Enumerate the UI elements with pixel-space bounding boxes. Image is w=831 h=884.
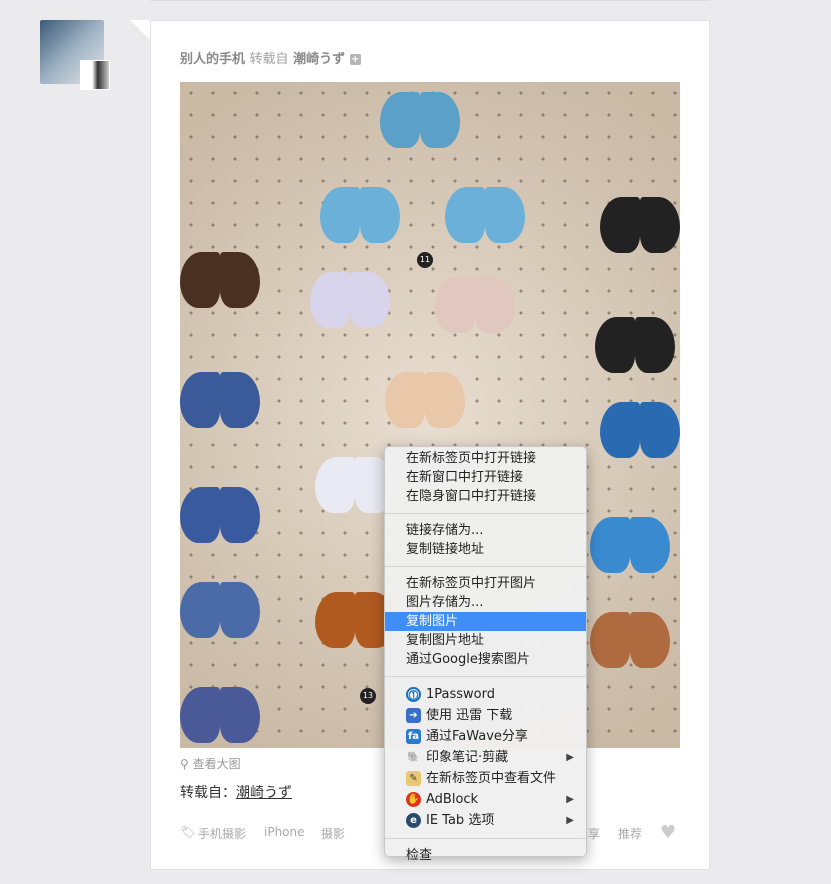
menu-item-label: 复制图片地址 (406, 633, 485, 648)
submenu-arrow-icon: ▶ (566, 752, 574, 763)
author-link[interactable]: 别人的手机 (180, 52, 245, 67)
butterfly (315, 592, 395, 652)
post-header: 别人的手机 转载自 潮崎うず + (180, 48, 361, 67)
menu-separator (385, 513, 586, 514)
menu-item[interactable]: 🐘 印象笔记·剪藏 ▶ (385, 747, 586, 768)
previous-post-card (150, 0, 710, 1)
file-viewer-icon: ✎ (406, 771, 421, 786)
submenu-arrow-icon: ▶ (566, 815, 574, 826)
source-author-link[interactable]: 潮崎うず (293, 52, 345, 67)
menu-item-label: 在新标签页中打开链接 (406, 451, 537, 466)
menu-item-label: 检查 (406, 848, 433, 863)
card-pointer (130, 20, 150, 40)
view-large-label: 查看大图 (192, 757, 241, 771)
menu-item[interactable]: 通过Google搜索图片 (385, 650, 586, 669)
menu-item[interactable]: 链接存储为... (385, 521, 586, 540)
source-link[interactable]: 潮崎うず (236, 785, 292, 801)
butterfly (385, 372, 465, 432)
recommend-button[interactable]: 推荐 (618, 825, 642, 842)
menu-separator (385, 566, 586, 567)
submenu-arrow-icon: ▶ (566, 794, 574, 805)
source-avatar[interactable] (80, 60, 110, 90)
follow-plus-icon[interactable]: + (349, 54, 361, 65)
tag[interactable]: iPhone (264, 825, 305, 839)
butterfly (590, 517, 670, 577)
butterfly (180, 687, 260, 747)
menu-item-label: 印象笔记·剪藏 (426, 750, 509, 765)
source-line: 转载自：潮崎うず (180, 782, 292, 802)
menu-separator (385, 838, 586, 839)
butterfly (310, 272, 390, 332)
menu-item[interactable]: ⓵ 1Password (385, 684, 586, 705)
butterfly (180, 487, 260, 547)
menu-item-label: 复制图片 (406, 614, 459, 629)
menu-item-label: 在新标签页中打开图片 (406, 576, 537, 591)
thunder-download-icon: ➔ (406, 708, 421, 723)
butterfly (595, 317, 675, 377)
menu-item-label: 链接存储为... (406, 523, 484, 538)
view-large-link[interactable]: ⚲ 查看大图 (180, 755, 241, 772)
menu-item[interactable]: 图片存储为... (385, 593, 586, 612)
menu-item-label: 通过Google搜索图片 (406, 652, 530, 667)
butterfly (180, 252, 260, 312)
butterfly (600, 197, 680, 257)
magnifier-icon: ⚲ (180, 757, 189, 771)
menu-item-label: 图片存储为... (406, 595, 484, 610)
menu-item[interactable]: e IE Tab 选项 ▶ (385, 810, 586, 831)
ie-tab-icon: e (406, 813, 421, 828)
butterfly (320, 187, 400, 247)
menu-item[interactable]: 在新标签页中打开图片 (385, 574, 586, 593)
menu-item-label: AdBlock (426, 792, 479, 807)
context-menu: 在新标签页中打开链接 在新窗口中打开链接 在隐身窗口中打开链接 链接存储为... 复制链… (384, 446, 587, 863)
menu-separator (385, 676, 586, 677)
butterfly (315, 457, 395, 517)
menu-item-label: 在新窗口中打开链接 (406, 470, 524, 485)
menu-item[interactable]: 检查 (385, 846, 586, 865)
photo-badge: 11 (417, 252, 433, 268)
1password-icon: ⓵ (406, 687, 421, 702)
photo-badge: 13 (360, 688, 376, 704)
menu-item[interactable]: ✎ 在新标签页中查看文件 (385, 768, 586, 789)
butterfly (380, 92, 460, 152)
menu-item-label: 在隐身窗口中打开链接 (406, 489, 537, 504)
menu-item[interactable]: ✋ AdBlock ▶ (385, 789, 586, 810)
butterfly (180, 372, 260, 432)
butterfly (590, 612, 670, 672)
menu-item[interactable]: 在隐身窗口中打开链接 (385, 487, 586, 506)
butterfly (435, 277, 515, 337)
tag-icon: 🏷 (180, 825, 196, 839)
menu-item[interactable]: 在新窗口中打开链接 (385, 468, 586, 487)
menu-item-label: IE Tab 选项 (426, 813, 495, 828)
adblock-icon: ✋ (406, 792, 421, 807)
menu-item[interactable]: fa 通过FaWave分享 (385, 726, 586, 747)
menu-item[interactable]: ➔ 使用 迅雷 下载 (385, 705, 586, 726)
like-heart-icon[interactable]: ♥ (660, 822, 676, 843)
menu-item-label: 1Password (426, 687, 495, 702)
butterfly (600, 402, 680, 462)
evernote-icon: 🐘 (407, 752, 420, 763)
menu-item[interactable]: 复制链接地址 (385, 540, 586, 559)
menu-item[interactable]: 复制图片 (385, 612, 586, 631)
menu-item-label: 使用 迅雷 下载 (426, 708, 513, 723)
source-prefix: 转载自： (180, 785, 236, 801)
reblog-label: 转载自 (249, 52, 289, 67)
menu-item-label: 在新标签页中查看文件 (426, 771, 557, 786)
menu-item[interactable]: 在新标签页中打开链接 (385, 449, 586, 468)
menu-item-label: 复制链接地址 (406, 542, 485, 557)
menu-item-label: 通过FaWave分享 (426, 729, 528, 744)
tag[interactable]: 手机摄影 (198, 825, 246, 842)
butterfly (445, 187, 525, 247)
tag[interactable]: 摄影 (321, 825, 345, 842)
butterfly (180, 582, 260, 642)
menu-item[interactable]: 复制图片地址 (385, 631, 586, 650)
fawave-icon: fa (406, 729, 421, 744)
